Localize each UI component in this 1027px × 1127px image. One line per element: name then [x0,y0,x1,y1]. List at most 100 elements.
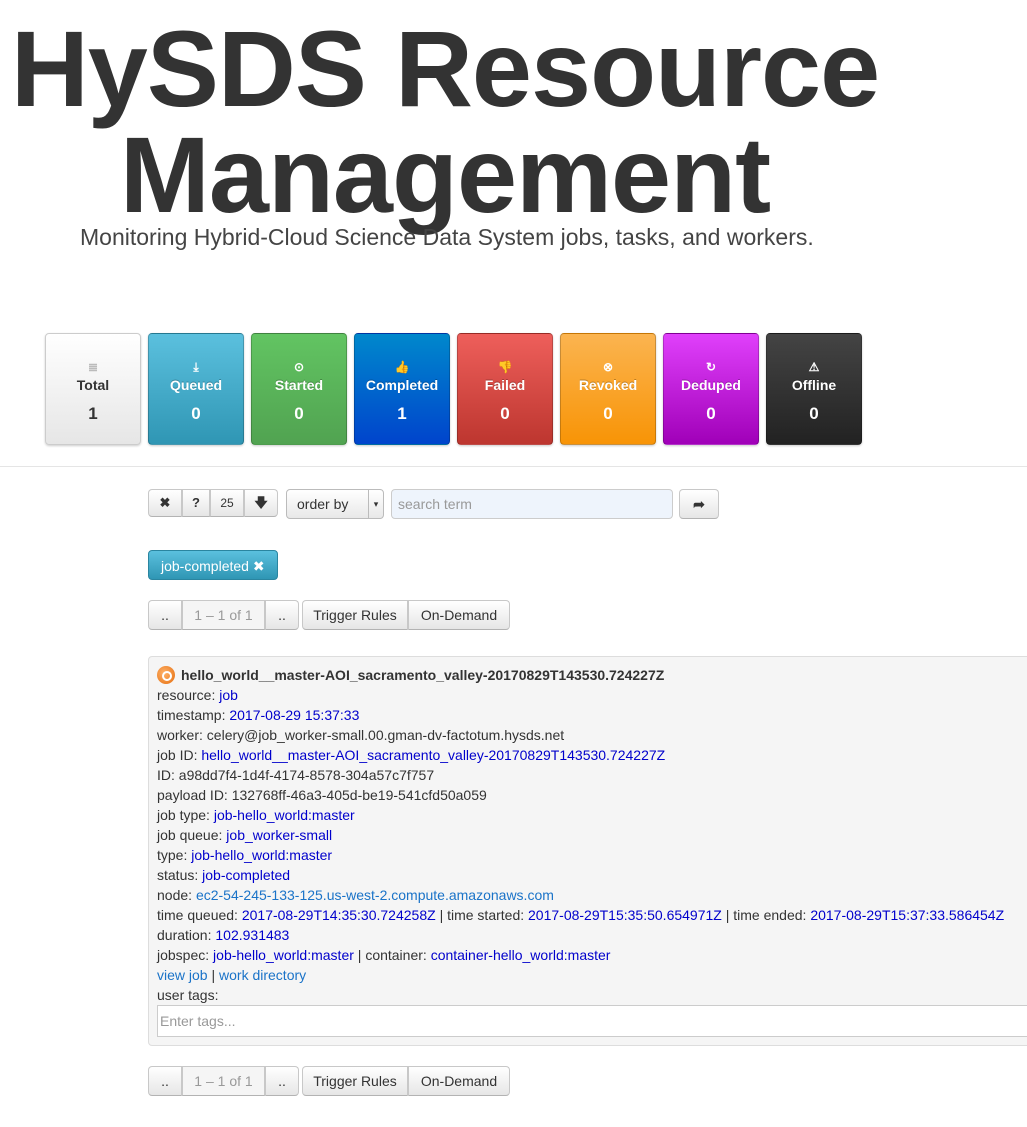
field-label: time ended: [733,907,807,923]
divider [0,466,1027,467]
list-icon: ≣ [87,360,99,374]
field-jobspec: jobspec: job-hello_world:master | contai… [157,945,1027,965]
page-range: 1 – 1 of 1 [182,1066,265,1096]
field-label: timestamp: [157,707,226,723]
stat-count: 0 [500,404,510,423]
field-label: jobspec: [157,947,210,963]
stat-queued-button[interactable]: ⤓ Queued 0 [148,333,244,445]
result-card: hello_world__master-AOI_sacramento_valle… [148,656,1027,1046]
field-links: view job | work directory [157,965,1027,985]
container-link[interactable]: container-hello_world:master [431,947,611,963]
separator: | [725,907,730,923]
stat-label: Deduped [681,377,741,393]
field-label: time queued: [157,907,238,923]
page-title-line-1: HySDS Resource [10,8,880,129]
time-ended-link[interactable]: 2017-08-29T15:37:33.586454Z [810,907,1004,923]
toolbar-button-group: ✖ ? 25 🡇 [148,489,278,517]
last-page-button[interactable]: .. [265,600,299,630]
job-id-link[interactable]: hello_world__master-AOI_sacramento_valle… [201,747,665,763]
time-started-link[interactable]: 2017-08-29T15:35:50.654971Z [528,907,722,923]
field-label: job ID: [157,747,198,763]
stat-total-button[interactable]: ≣ Total 1 [45,333,141,445]
field-label: resource: [157,687,216,703]
download-icon: ⤓ [193,360,199,374]
search-go-button[interactable]: ➦ [679,489,719,519]
id-value: a98dd7f4-1d4f-4174-8578-304a57c7f757 [178,767,435,783]
clear-button[interactable]: ✖ [148,489,182,517]
payload-id-value: 132768ff-46a3-405d-be19-541cfd50a059 [231,787,487,803]
field-worker: worker: celery@job_worker-small.00.gman-… [157,725,1027,745]
field-duration: duration: 102.931483 [157,925,1027,945]
view-job-link[interactable]: view job [157,967,208,983]
warning-icon: ⚠ [808,360,820,374]
last-page-button[interactable]: .. [265,1066,299,1096]
duration-link[interactable]: 102.931483 [215,927,289,943]
node-link[interactable]: ec2-54-245-133-125.us-west-2.compute.ama… [196,887,554,903]
field-node: node: ec2-54-245-133-125.us-west-2.compu… [157,885,1027,905]
type-link[interactable]: job-hello_world:master [191,847,332,863]
user-tags-input[interactable]: Enter tags... [157,1005,1027,1037]
stat-completed-button[interactable]: 👍 Completed 1 [354,333,450,445]
first-page-button[interactable]: .. [148,1066,182,1096]
stat-deduped-button[interactable]: ↻ Deduped 0 [663,333,759,445]
work-directory-link[interactable]: work directory [219,967,306,983]
time-queued-link[interactable]: 2017-08-29T14:35:30.724258Z [242,907,436,923]
status-link[interactable]: job-completed [202,867,290,883]
stat-label: Started [274,377,324,393]
stat-count: 0 [294,404,304,423]
page-title-line-2: Management [119,114,771,235]
on-demand-button[interactable]: On-Demand [408,1066,510,1096]
field-label: job type: [157,807,210,823]
field-label: payload ID: [157,787,228,803]
trigger-rules-button[interactable]: Trigger Rules [302,1066,408,1096]
result-title: hello_world__master-AOI_sacramento_valle… [181,667,665,683]
first-page-button[interactable]: .. [148,600,182,630]
download-button[interactable]: 🡇 [244,489,278,517]
thumbs-down-icon: 👎 [497,360,513,374]
separator: | [439,907,444,923]
search-input[interactable]: search term [391,489,673,519]
stat-label: Offline [791,377,837,393]
on-demand-button[interactable]: On-Demand [408,600,510,630]
field-label: duration: [157,927,212,943]
play-circle-icon: ⊙ [293,360,305,374]
field-label: job queue: [157,827,223,843]
field-label: ID: [157,767,175,783]
resource-link[interactable]: job [219,687,238,703]
field-job-type: job type: job-hello_world:master [157,805,1027,825]
job-type-link[interactable]: job-hello_world:master [214,807,355,823]
worker-value: celery@job_worker-small.00.gman-dv-facto… [206,727,565,743]
timestamp-link[interactable]: 2017-08-29 15:37:33 [229,707,359,723]
field-job-queue: job queue: job_worker-small [157,825,1027,845]
close-icon: ✖ [159,495,171,510]
stat-failed-button[interactable]: 👎 Failed 0 [457,333,553,445]
stat-count: 1 [88,404,98,423]
stat-count: 0 [603,404,613,423]
job-queue-link[interactable]: job_worker-small [226,827,332,843]
stat-count: 0 [191,404,201,423]
stat-count: 0 [706,404,716,423]
stat-offline-button[interactable]: ⚠ Offline 0 [766,333,862,445]
page-range: 1 – 1 of 1 [182,600,265,630]
stat-count: 1 [397,404,407,423]
hysds-logo-icon [157,666,175,684]
trigger-rules-button[interactable]: Trigger Rules [302,600,408,630]
status-summary: ≣ Total 1 ⤓ Queued 0 ⊙ Started 0 👍 Compl… [45,333,862,445]
field-label: type: [157,847,188,863]
stat-revoked-button[interactable]: ⊗ Revoked 0 [560,333,656,445]
separator: | [357,947,362,963]
pagination-bottom: .. 1 – 1 of 1 .. Trigger Rules On-Demand [148,1066,510,1096]
order-by-select[interactable]: order by ▾ [286,489,384,519]
field-user-tags-label: user tags: [157,987,219,1003]
field-status: status: job-completed [157,865,1027,885]
field-payload-id: payload ID: 132768ff-46a3-405d-be19-541c… [157,785,1027,805]
stat-started-button[interactable]: ⊙ Started 0 [251,333,347,445]
stat-label: Failed [484,377,526,393]
help-button[interactable]: ? [182,489,210,517]
share-arrow-icon: ➦ [693,496,705,512]
page-size-button[interactable]: 25 [210,489,244,517]
jobspec-link[interactable]: job-hello_world:master [213,947,354,963]
order-by-value: order by [297,496,349,512]
filter-tag-job-completed[interactable]: job-completed ✖ [148,550,278,580]
field-label: worker: [157,727,203,743]
